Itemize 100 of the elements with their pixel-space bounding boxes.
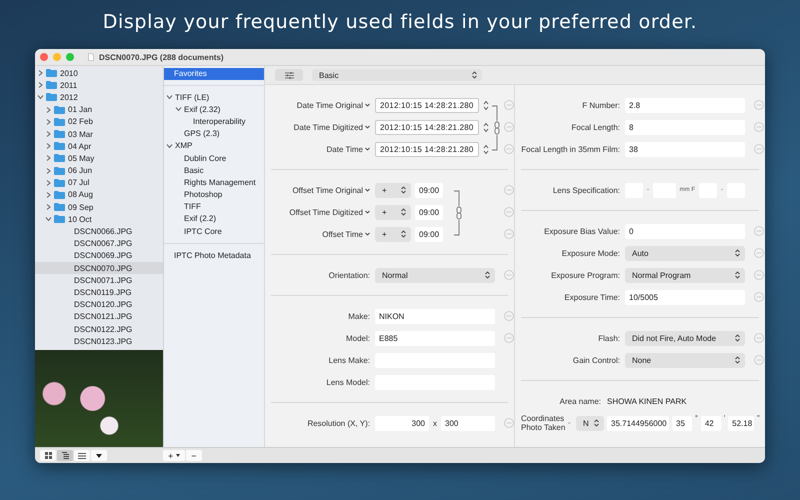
remove-field-button[interactable] xyxy=(504,100,514,110)
remove-field-button[interactable] xyxy=(754,270,764,280)
field-label-menu[interactable]: Offset Time Original xyxy=(292,186,370,194)
time-offset-field[interactable]: 09:00 xyxy=(415,204,443,220)
remove-field-button[interactable] xyxy=(504,122,514,132)
remove-button[interactable]: − xyxy=(186,450,202,461)
popup-button[interactable]: Normal Program xyxy=(625,268,745,282)
remove-field-button[interactable] xyxy=(504,418,514,428)
remove-field-button[interactable] xyxy=(754,333,764,343)
remove-field-button[interactable] xyxy=(504,207,514,217)
metadata-group-item[interactable]: TIFF (LE) xyxy=(164,91,264,104)
disclosure-chevron-icon[interactable] xyxy=(46,216,52,222)
decimal-coordinate-field[interactable]: 35.7144956000 xyxy=(607,416,669,430)
y-value-field[interactable]: 300 xyxy=(441,416,495,430)
file-tree-item[interactable]: 07 Jul xyxy=(35,176,163,189)
text-field[interactable]: E885 xyxy=(375,330,495,346)
field-label-menu[interactable]: Coordinates Photo Taken xyxy=(521,414,571,432)
remove-field-button[interactable] xyxy=(754,144,764,154)
stepper-icon[interactable] xyxy=(483,144,489,154)
file-tree-item[interactable]: DSCN0121.JPG xyxy=(35,310,163,323)
preset-popup[interactable]: Basic xyxy=(312,69,482,81)
field-label-menu[interactable]: Date Time Original xyxy=(296,100,370,110)
field-label-menu[interactable]: Offset Time xyxy=(322,230,370,238)
field-label-menu[interactable]: Date Time Digitized xyxy=(294,122,370,132)
disclosure-chevron-icon[interactable] xyxy=(46,131,51,138)
favorites-item[interactable]: Favorites xyxy=(164,68,264,80)
popup-button[interactable]: Did not Fire, Auto Mode xyxy=(625,330,745,346)
remove-field-button[interactable] xyxy=(754,100,764,110)
minimize-button[interactable] xyxy=(53,53,61,61)
metadata-group-item[interactable]: Interoperability xyxy=(164,115,264,128)
view-mode-button[interactable] xyxy=(40,450,56,461)
disclosure-chevron-icon[interactable] xyxy=(166,94,172,100)
remove-field-button[interactable] xyxy=(754,292,764,302)
remove-field-button[interactable] xyxy=(754,122,764,132)
text-field[interactable]: 10/5005 xyxy=(625,290,745,304)
file-tree-item[interactable]: DSCN0066.JPG xyxy=(35,225,163,238)
remove-field-button[interactable] xyxy=(504,144,514,154)
metadata-group-item[interactable]: IPTC Photo Metadata xyxy=(164,249,264,262)
file-tree-item[interactable]: DSCN0071.JPG xyxy=(35,274,163,286)
sign-popup[interactable]: + xyxy=(375,204,411,220)
close-button[interactable] xyxy=(40,53,48,61)
text-field[interactable]: 2.8 xyxy=(625,98,745,112)
remove-field-button[interactable] xyxy=(504,270,514,280)
degrees-field[interactable]: 35 xyxy=(672,416,692,430)
metadata-group-item[interactable]: TIFF xyxy=(164,200,264,213)
file-tree-item[interactable]: 05 May xyxy=(35,152,163,164)
date-time-field[interactable]: 2012:10:15 14:28:21.280 xyxy=(375,120,479,134)
remove-field-button[interactable] xyxy=(754,355,764,365)
sign-popup[interactable]: + xyxy=(375,182,411,198)
time-offset-field[interactable]: 09:00 xyxy=(415,226,443,242)
zoom-button[interactable] xyxy=(66,53,74,61)
remove-field-button[interactable] xyxy=(754,248,764,258)
metadata-group-item[interactable]: Rights Management xyxy=(164,176,264,188)
metadata-group-item[interactable]: Exif (2.32) xyxy=(164,103,264,116)
file-tree-item[interactable]: 09 Sep xyxy=(35,201,163,214)
seconds-field[interactable]: 52.18 xyxy=(728,416,754,430)
metadata-group-item[interactable]: IPTC Core xyxy=(164,225,264,238)
file-tree-item[interactable]: 02 Feb xyxy=(35,116,163,128)
disclosure-chevron-icon[interactable] xyxy=(46,204,51,210)
view-mode-button[interactable] xyxy=(91,450,107,461)
disclosure-chevron-icon[interactable] xyxy=(38,82,43,88)
metadata-group-item[interactable]: Basic xyxy=(164,164,264,176)
file-tree-item[interactable]: 2012 xyxy=(35,91,163,104)
disclosure-chevron-icon[interactable] xyxy=(38,70,43,76)
add-button[interactable]: + xyxy=(163,450,186,461)
file-tree-item[interactable]: DSCN0119.JPG xyxy=(35,286,163,299)
disclosure-chevron-icon[interactable] xyxy=(46,143,51,150)
view-mode-button[interactable] xyxy=(57,450,73,461)
remove-field-button[interactable] xyxy=(504,185,514,195)
metadata-group-item[interactable]: XMP xyxy=(164,140,264,152)
metadata-group-item[interactable]: GPS (2.3) xyxy=(164,128,264,140)
text-field[interactable]: 8 xyxy=(625,120,745,134)
stepper-icon[interactable] xyxy=(483,122,489,132)
file-tree-item[interactable]: 04 Apr xyxy=(35,140,163,152)
view-mode-button[interactable] xyxy=(74,450,90,461)
time-offset-field[interactable]: 09:00 xyxy=(415,182,443,198)
file-tree-item[interactable]: 08 Aug xyxy=(35,188,163,202)
file-tree-item[interactable]: 10 Oct xyxy=(35,213,163,226)
remove-field-button[interactable] xyxy=(504,333,514,343)
remove-field-button[interactable] xyxy=(504,311,514,321)
text-field[interactable]: 0 xyxy=(625,224,745,238)
text-field[interactable]: NIKON xyxy=(375,308,495,324)
disclosure-chevron-icon[interactable] xyxy=(46,106,51,113)
file-tree-item[interactable]: 2011 xyxy=(35,79,163,92)
popup-button[interactable]: Auto xyxy=(625,246,745,260)
file-tree-item[interactable]: DSCN0123.JPG xyxy=(35,335,163,348)
stepper-icon[interactable] xyxy=(483,100,489,110)
date-time-field[interactable]: 2012:10:15 14:28:21.280 xyxy=(375,98,479,112)
filter-button[interactable] xyxy=(275,69,303,81)
popup-button[interactable]: None xyxy=(625,352,745,368)
remove-field-button[interactable] xyxy=(504,229,514,239)
file-tree-item[interactable]: DSCN0067.JPG xyxy=(35,238,163,250)
disclosure-chevron-icon[interactable] xyxy=(176,106,182,112)
disclosure-chevron-icon[interactable] xyxy=(46,180,51,186)
file-tree-item[interactable]: 2010 xyxy=(35,67,163,80)
hemisphere-popup[interactable]: N xyxy=(576,416,604,430)
file-tree-item[interactable]: DSCN0122.JPG xyxy=(35,322,163,336)
link-bracket-drawing[interactable] xyxy=(492,105,500,151)
remove-field-button[interactable] xyxy=(754,226,764,236)
file-tree-item[interactable]: DSCN0120.JPG xyxy=(35,298,163,311)
